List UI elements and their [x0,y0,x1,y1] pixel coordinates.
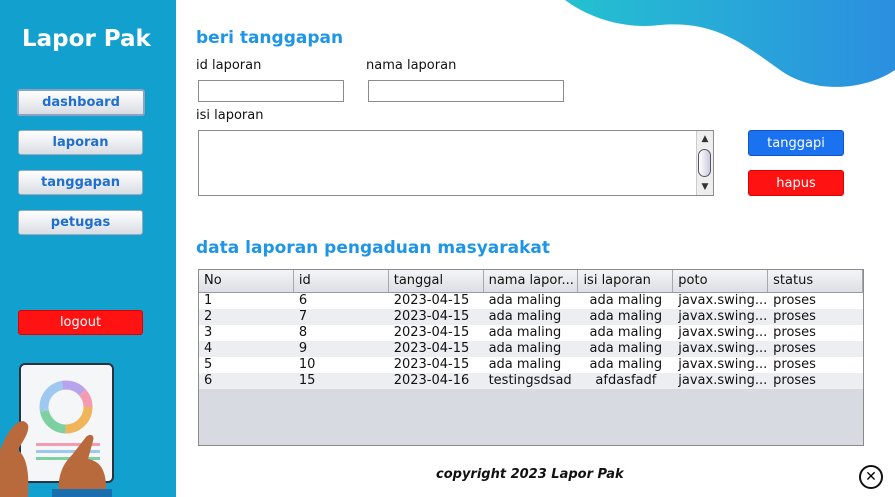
cell-status: proses [773,341,816,356]
hapus-button[interactable]: hapus [748,170,844,196]
column-header-nama-laporan[interactable]: nama lapor... [484,270,579,292]
table-header: No id tanggal nama lapor... isi laporan … [199,270,864,293]
cell-tanggal: 2023-04-15 [393,309,470,324]
cell-poto: javax.swing... [678,309,768,324]
cell-isi-laporan: ada maling [589,293,663,308]
cell-no: 3 [204,325,213,340]
cell-tanggal: 2023-04-15 [393,325,470,340]
cell-poto: javax.swing... [678,341,768,356]
nav-dashboard-button[interactable]: dashboard [17,89,145,116]
nav-laporan-button[interactable]: laporan [18,130,143,155]
tablet-illustration [0,363,114,497]
tanggapi-button[interactable]: tanggapi [748,130,844,156]
nama-laporan-input[interactable] [368,80,564,102]
cell-nama-laporan: ada maling [488,309,562,324]
table-body: 1 6 2023-04-15 ada maling ada maling jav… [199,293,863,389]
column-header-no[interactable]: No [199,270,294,292]
cell-no: 4 [204,341,213,356]
column-header-tanggal[interactable]: tanggal [389,270,484,292]
cell-tanggal: 2023-04-16 [393,373,470,388]
logout-button[interactable]: logout [18,310,143,335]
cell-status: proses [773,325,816,340]
cell-isi-laporan: ada maling [589,325,663,340]
cell-poto: javax.swing... [678,293,768,308]
cell-id: 10 [298,357,316,372]
cell-isi-laporan: ada maling [589,357,663,372]
cell-poto: javax.swing... [678,325,768,340]
nav-petugas-button[interactable]: petugas [18,210,143,235]
cell-no: 6 [204,373,213,388]
column-header-poto[interactable]: poto [673,270,769,292]
id-laporan-input[interactable] [198,80,344,102]
scroll-thumb[interactable] [698,149,711,177]
laporan-table[interactable]: No id tanggal nama lapor... isi laporan … [198,269,864,446]
sidebar: Lapor Pak dashboard laporan tanggapan pe… [0,0,176,497]
cell-isi-laporan: ada maling [589,309,663,324]
close-circle-icon[interactable]: ✕ [859,465,883,489]
cell-no: 1 [204,293,213,308]
copyright-footer: copyright 2023 Lapor Pak [436,467,624,482]
cell-id: 7 [298,309,308,324]
cell-no: 2 [204,309,213,324]
cell-nama-laporan: ada maling [488,325,562,340]
cell-status: proses [773,373,816,388]
table-row[interactable]: 2 7 2023-04-15 ada maling ada maling jav… [199,309,863,325]
form-title: beri tanggapan [196,28,344,48]
nav-tanggapan-button[interactable]: tanggapan [18,170,143,195]
table-row[interactable]: 5 10 2023-04-15 ada maling ada maling ja… [199,357,863,373]
column-header-isi-laporan[interactable]: isi laporan [578,270,674,292]
cell-nama-laporan: ada maling [488,357,562,372]
cell-no: 5 [204,357,213,372]
cell-isi-laporan: afdasfadf [595,373,657,388]
column-header-id[interactable]: id [294,270,389,292]
cell-tanggal: 2023-04-15 [393,357,470,372]
table-row[interactable]: 3 8 2023-04-15 ada maling ada maling jav… [199,325,863,341]
scroll-up-icon[interactable]: ▲ [697,132,713,146]
scroll-down-icon[interactable]: ▼ [697,180,713,194]
cell-tanggal: 2023-04-15 [393,293,470,308]
cell-nama-laporan: ada maling [488,293,562,308]
cell-poto: javax.swing... [678,357,768,372]
table-title: data laporan pengaduan masyarakat [196,238,551,258]
id-laporan-label: id laporan [196,58,262,73]
cell-status: proses [773,293,816,308]
cell-id: 6 [298,293,308,308]
cell-status: proses [773,357,816,372]
cell-id: 9 [298,341,308,356]
cell-id: 15 [298,373,316,388]
cell-id: 8 [298,325,308,340]
cell-nama-laporan: ada maling [488,341,562,356]
cell-nama-laporan: testingsdsad [488,373,572,388]
cell-tanggal: 2023-04-15 [393,341,470,356]
table-row[interactable]: 1 6 2023-04-15 ada maling ada maling jav… [199,293,863,309]
cell-isi-laporan: ada maling [589,341,663,356]
isi-laporan-textarea[interactable]: ▲ ▼ [198,130,714,196]
column-header-status[interactable]: status [768,270,864,292]
table-row[interactable]: 4 9 2023-04-15 ada maling ada maling jav… [199,341,863,357]
nama-laporan-label: nama laporan [366,58,457,73]
isi-laporan-label: isi laporan [196,108,264,123]
textarea-scrollbar[interactable]: ▲ ▼ [696,131,713,195]
app-title: Lapor Pak [22,26,151,52]
cell-poto: javax.swing... [678,373,768,388]
header-wave-decoration [565,0,895,87]
table-row[interactable]: 6 15 2023-04-16 testingsdsad afdasfadf j… [199,373,863,389]
cell-status: proses [773,309,816,324]
